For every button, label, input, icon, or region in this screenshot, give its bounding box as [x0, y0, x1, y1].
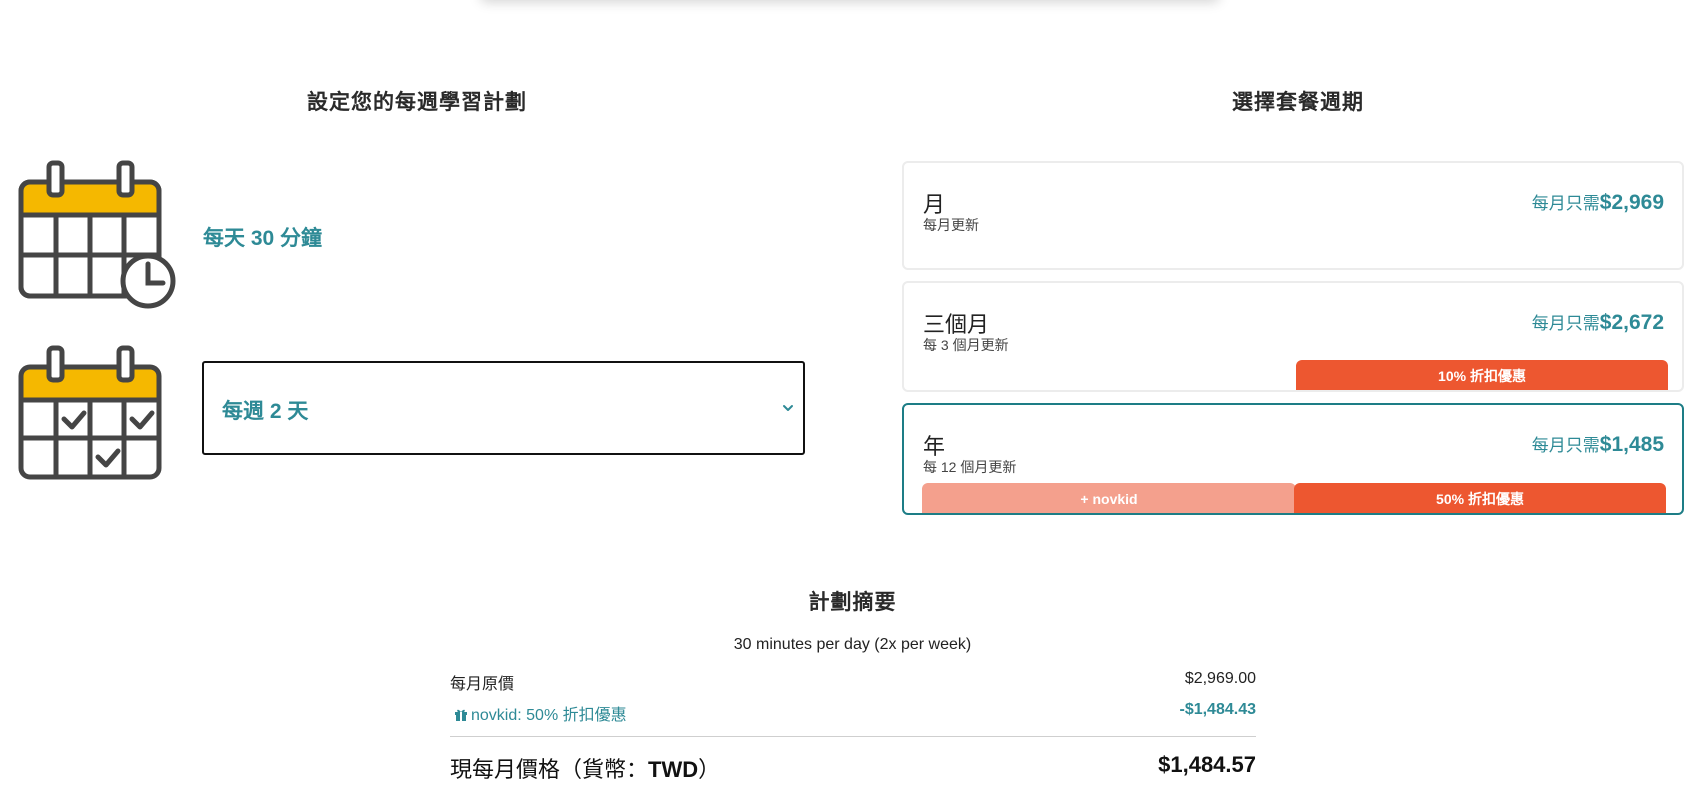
original-price-value: $2,969.00: [1184, 670, 1256, 687]
summary-divider: [450, 736, 1256, 737]
novkid-promo-badge: + novkid: [922, 483, 1296, 513]
price-prefix: 每月只需: [1531, 436, 1600, 455]
discount-label: novkid: 50% 折扣優惠: [471, 707, 627, 724]
days-per-week-value: 每週 2 天: [222, 400, 309, 423]
days-per-week-select[interactable]: 每週 2 天: [202, 361, 805, 455]
plan-renewal: 每月更新: [923, 217, 979, 233]
plan-card-monthly[interactable]: 月 每月更新 每月只需$2,969: [902, 161, 1684, 270]
price-prefix: 每月只需: [1531, 194, 1600, 213]
plan-renewal: 每 12 個月更新: [923, 459, 1017, 475]
gift-icon: [455, 709, 467, 721]
total-label: 現每月價格（貨幣：TWD）: [450, 752, 720, 784]
plan-renewal: 每 3 個月更新: [923, 337, 1009, 353]
discount-value: -$1,484.43: [1179, 701, 1256, 718]
original-price-label: 每月原價: [450, 676, 515, 693]
plan-card-yearly[interactable]: 年 每 12 個月更新 每月只需$1,485 + novkid 50% 折扣優惠: [902, 403, 1684, 515]
discount-badge: 10% 折扣優惠: [1296, 360, 1668, 390]
plan-price: 每月只需$1,485: [1532, 431, 1664, 457]
calendar-check-icon: [18, 345, 162, 480]
weekly-plan-title: 設定您的每週學習計劃: [307, 91, 527, 114]
total-currency: TWD: [648, 757, 699, 782]
plan-period-title: 選擇套餐週期: [1232, 91, 1364, 114]
minutes-per-day-label: 每天 30 分鐘: [203, 227, 323, 250]
total-value: $1,484.57: [1158, 752, 1256, 777]
plan-price: 每月只需$2,969: [1532, 189, 1664, 215]
price-amount: $2,969: [1599, 191, 1664, 214]
summary-subtitle: 30 minutes per day (2x per week): [733, 636, 972, 653]
price-amount: $2,672: [1599, 311, 1664, 334]
chevron-down-icon: [783, 405, 793, 411]
price-prefix: 每月只需: [1531, 314, 1600, 333]
total-label-prefix: 現每月價格（貨幣：: [450, 757, 649, 782]
calendar-clock-icon: [18, 160, 176, 309]
price-amount: $1,485: [1599, 433, 1664, 456]
plan-price: 每月只需$2,672: [1532, 309, 1664, 335]
summary-title: 計劃摘要: [808, 591, 897, 614]
plan-card-quarterly[interactable]: 三個月 每 3 個月更新 每月只需$2,672 10% 折扣優惠: [902, 281, 1684, 392]
total-label-suffix: ）: [698, 757, 721, 782]
discount-badge: 50% 折扣優惠: [1294, 483, 1666, 513]
